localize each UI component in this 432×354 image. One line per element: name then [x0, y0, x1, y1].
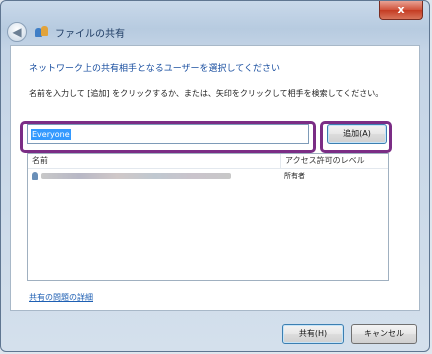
- blurred-user-name: [41, 173, 231, 179]
- user-icon: [32, 172, 38, 180]
- add-button[interactable]: 追加(A): [327, 124, 387, 144]
- list-header: 名前 アクセス許可のレベル: [28, 154, 388, 169]
- share-button[interactable]: 共有(H): [282, 324, 344, 344]
- share-users-icon: [35, 26, 49, 38]
- share-dialog-window: x ◀ ファイルの共有 ネットワーク上の共有相手となるユーザーを選択してください…: [0, 0, 430, 352]
- content-panel: ネットワーク上の共有相手となるユーザーを選択してください 名前を入力して [追加…: [10, 45, 420, 311]
- list-item-access[interactable]: 所有者: [280, 169, 388, 183]
- list-item-name: [28, 169, 280, 183]
- user-name-input[interactable]: Everyone: [27, 124, 309, 144]
- user-list[interactable]: 名前 アクセス許可のレベル 所有者: [27, 153, 389, 281]
- instruction-text: 名前を入力して [追加] をクリックするか、または、矢印をクリックして相手を検索…: [29, 89, 384, 98]
- column-header-name[interactable]: 名前: [28, 154, 280, 168]
- input-selected-text: Everyone: [31, 129, 71, 140]
- sharing-problems-link[interactable]: 共有の問題の詳細: [29, 292, 93, 303]
- dialog-heading: ネットワーク上の共有相手となるユーザーを選択してください: [29, 64, 281, 74]
- column-header-access-level[interactable]: アクセス許可のレベル: [280, 154, 388, 168]
- close-button[interactable]: x: [379, 1, 423, 20]
- cancel-button[interactable]: キャンセル: [351, 324, 417, 344]
- title-bar: ◀ ファイルの共有: [7, 21, 125, 43]
- list-item[interactable]: 所有者: [28, 169, 388, 183]
- back-arrow-icon[interactable]: ◀: [7, 22, 27, 42]
- window-title: ファイルの共有: [55, 28, 125, 40]
